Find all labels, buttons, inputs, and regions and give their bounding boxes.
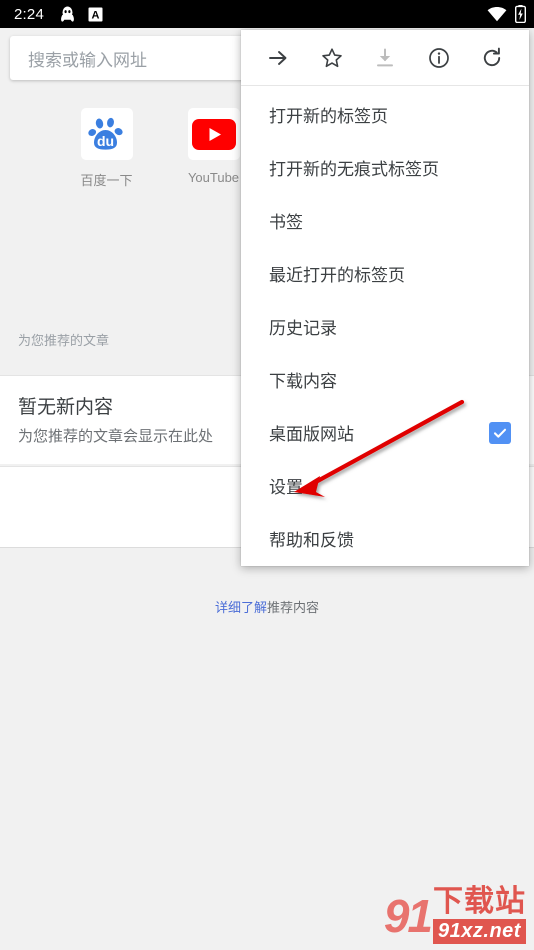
menu-item-recent-tabs[interactable]: 最近打开的标签页 bbox=[241, 247, 529, 300]
menu-item-label: 下载内容 bbox=[269, 372, 337, 391]
learn-more-row[interactable]: 详细了解推荐内容 bbox=[0, 597, 534, 616]
status-system-icons bbox=[487, 5, 526, 23]
youtube-play-icon bbox=[187, 108, 240, 160]
wifi-icon bbox=[487, 6, 507, 22]
status-bar: 2:24 A bbox=[0, 0, 534, 28]
download-icon bbox=[370, 43, 400, 73]
menu-item-settings[interactable]: 设置 bbox=[241, 459, 529, 512]
menu-item-list: 打开新的标签页 打开新的无痕式标签页 书签 最近打开的标签页 历史记录 下载内容… bbox=[241, 86, 529, 565]
menu-item-new-incognito-tab[interactable]: 打开新的无痕式标签页 bbox=[241, 141, 529, 194]
watermark-text-group: 下载站 91xz.net bbox=[433, 887, 526, 944]
menu-item-label: 历史记录 bbox=[269, 319, 337, 338]
star-icon[interactable] bbox=[317, 43, 347, 73]
learn-more-link[interactable]: 详细了解 bbox=[215, 600, 267, 615]
menu-item-bookmarks[interactable]: 书签 bbox=[241, 194, 529, 247]
reload-icon[interactable] bbox=[477, 43, 507, 73]
menu-quick-actions bbox=[241, 30, 529, 86]
menu-item-label: 打开新的标签页 bbox=[269, 107, 388, 126]
menu-item-label: 最近打开的标签页 bbox=[269, 266, 405, 285]
desktop-site-checkbox[interactable] bbox=[489, 421, 511, 444]
watermark-domain: 91xz.net bbox=[433, 919, 526, 944]
learn-more-text: 推荐内容 bbox=[267, 600, 320, 615]
overflow-menu: 打开新的标签页 打开新的无痕式标签页 书签 最近打开的标签页 历史记录 下载内容… bbox=[241, 30, 529, 566]
arrow-forward-icon[interactable] bbox=[263, 43, 293, 73]
a-letter-icon: A bbox=[88, 7, 103, 22]
svg-text:du: du bbox=[96, 133, 113, 149]
shortcut-tile-label: 百度一下 bbox=[80, 173, 133, 188]
menu-item-label: 设置 bbox=[269, 478, 303, 497]
qq-penguin-icon bbox=[60, 6, 75, 23]
search-input-placeholder: 搜索或输入网址 bbox=[28, 50, 147, 70]
battery-charging-icon bbox=[515, 5, 526, 23]
menu-item-desktop-site[interactable]: 桌面版网站 bbox=[241, 406, 529, 459]
svg-text:A: A bbox=[92, 9, 100, 21]
watermark: 91 下载站 91xz.net bbox=[384, 887, 526, 944]
menu-item-new-tab[interactable]: 打开新的标签页 bbox=[241, 88, 529, 141]
menu-item-label: 打开新的无痕式标签页 bbox=[269, 160, 439, 179]
status-time: 2:24 bbox=[14, 5, 44, 23]
menu-item-label: 书签 bbox=[269, 213, 303, 232]
menu-item-label: 帮助和反馈 bbox=[269, 531, 354, 550]
menu-item-history[interactable]: 历史记录 bbox=[241, 300, 529, 353]
status-notification-icons: A bbox=[60, 6, 487, 23]
shortcut-tile-baidu[interactable]: du 百度一下 bbox=[53, 108, 160, 189]
info-circle-icon[interactable] bbox=[424, 43, 454, 73]
watermark-number: 91 bbox=[383, 889, 433, 942]
menu-item-help-feedback[interactable]: 帮助和反馈 bbox=[241, 512, 529, 565]
menu-item-label: 桌面版网站 bbox=[269, 425, 354, 444]
baidu-paw-icon: du bbox=[80, 108, 133, 160]
shortcut-tile-label: YouTube bbox=[187, 170, 240, 185]
watermark-site-name: 下载站 bbox=[433, 885, 526, 918]
menu-item-downloads[interactable]: 下载内容 bbox=[241, 353, 529, 406]
